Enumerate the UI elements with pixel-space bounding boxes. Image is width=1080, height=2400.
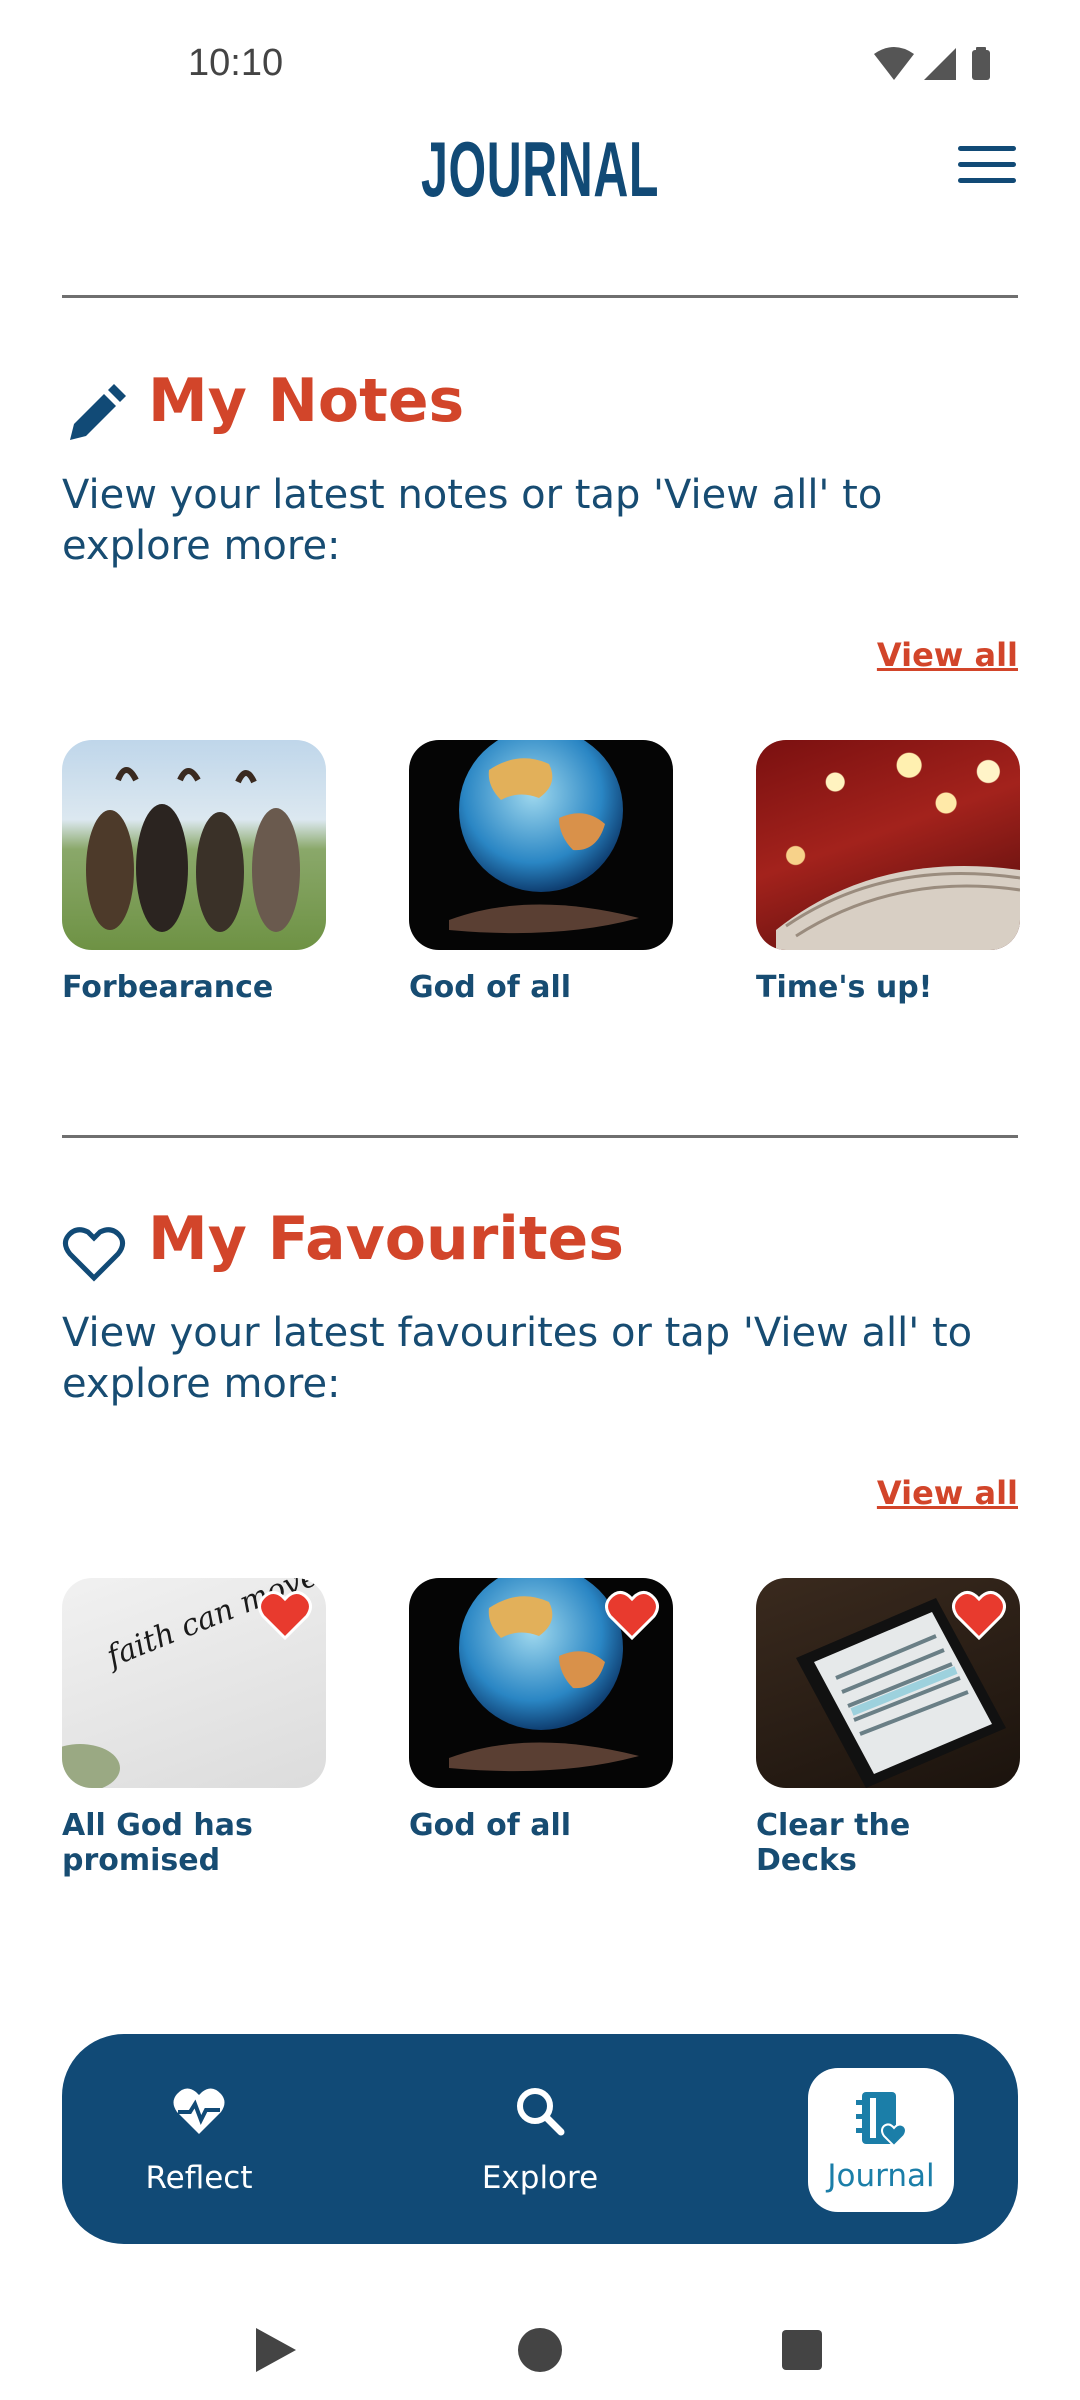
back-icon xyxy=(256,2328,296,2372)
journal-icon xyxy=(856,2092,907,2148)
favourite-label: God of all xyxy=(409,1808,572,1843)
note-card[interactable]: God of all xyxy=(409,740,673,1005)
favourite-thumbnail xyxy=(756,1578,1020,1788)
nav-journal[interactable]: Journal xyxy=(808,2068,954,2212)
notes-view-all-link[interactable]: View all xyxy=(877,636,1018,674)
favourite-card[interactable]: Clear the Decks xyxy=(756,1578,1020,1878)
journal-screen: 10:10 JOURNAL My Notes View your latest … xyxy=(0,0,1080,2400)
favourite-heart-icon[interactable] xyxy=(952,1590,1006,1640)
note-thumbnail xyxy=(756,740,1020,950)
nav-label: Journal xyxy=(827,2158,935,2194)
status-icons xyxy=(874,47,990,80)
menu-button[interactable] xyxy=(958,146,1016,192)
note-thumbnail xyxy=(62,740,326,950)
favourites-view-all-link[interactable]: View all xyxy=(877,1474,1018,1512)
status-bar: 10:10 xyxy=(0,0,1080,130)
favourite-thumbnail: faith can move mountains xyxy=(62,1578,326,1788)
home-icon xyxy=(518,2328,562,2372)
signal-icon xyxy=(924,48,956,80)
note-label: God of all xyxy=(409,970,572,1005)
nav-label: Explore xyxy=(481,2160,599,2196)
nav-label: Reflect xyxy=(145,2160,253,2196)
note-thumbnail xyxy=(409,740,673,950)
pencil-icon xyxy=(70,384,126,440)
system-nav-bar xyxy=(256,2328,822,2372)
hamburger-icon xyxy=(958,146,1016,151)
battery-icon xyxy=(972,50,990,80)
note-card[interactable]: Forbearance xyxy=(62,740,326,1005)
note-label: Time's up! xyxy=(756,970,933,1005)
favourite-label: Clear the Decks xyxy=(756,1808,911,1878)
nav-explore[interactable]: Explore xyxy=(440,2034,640,2244)
favourite-heart-icon[interactable] xyxy=(605,1590,659,1640)
nav-reflect[interactable]: Reflect xyxy=(99,2034,299,2244)
favourite-card[interactable]: faith can move mountains All God has pro… xyxy=(62,1578,326,1878)
heart-outline-icon xyxy=(62,1227,126,1282)
favourite-thumbnail xyxy=(409,1578,673,1788)
favourites-title: My Favourites xyxy=(148,1204,624,1274)
heart-pulse-icon xyxy=(173,2088,225,2134)
header-divider xyxy=(62,295,1018,298)
section-divider xyxy=(62,1135,1018,1138)
note-card[interactable]: Time's up! xyxy=(756,740,1020,1005)
notes-title: My Notes xyxy=(148,366,465,436)
note-label: Forbearance xyxy=(62,970,274,1005)
favourites-description: View your latest favourites or tap 'View… xyxy=(62,1310,973,1407)
recents-icon xyxy=(782,2330,822,2370)
notes-description: View your latest notes or tap 'View all'… xyxy=(62,472,883,569)
page-title: JOURNAL xyxy=(420,125,660,213)
favourite-card[interactable]: God of all xyxy=(409,1578,673,1843)
status-time: 10:10 xyxy=(188,42,284,84)
search-icon xyxy=(517,2088,565,2136)
favourite-heart-icon[interactable] xyxy=(258,1590,312,1640)
wifi-icon xyxy=(874,47,914,80)
bottom-nav: Reflect Explore Journal xyxy=(62,2034,1018,2244)
favourite-label: All God has promised xyxy=(62,1808,253,1878)
